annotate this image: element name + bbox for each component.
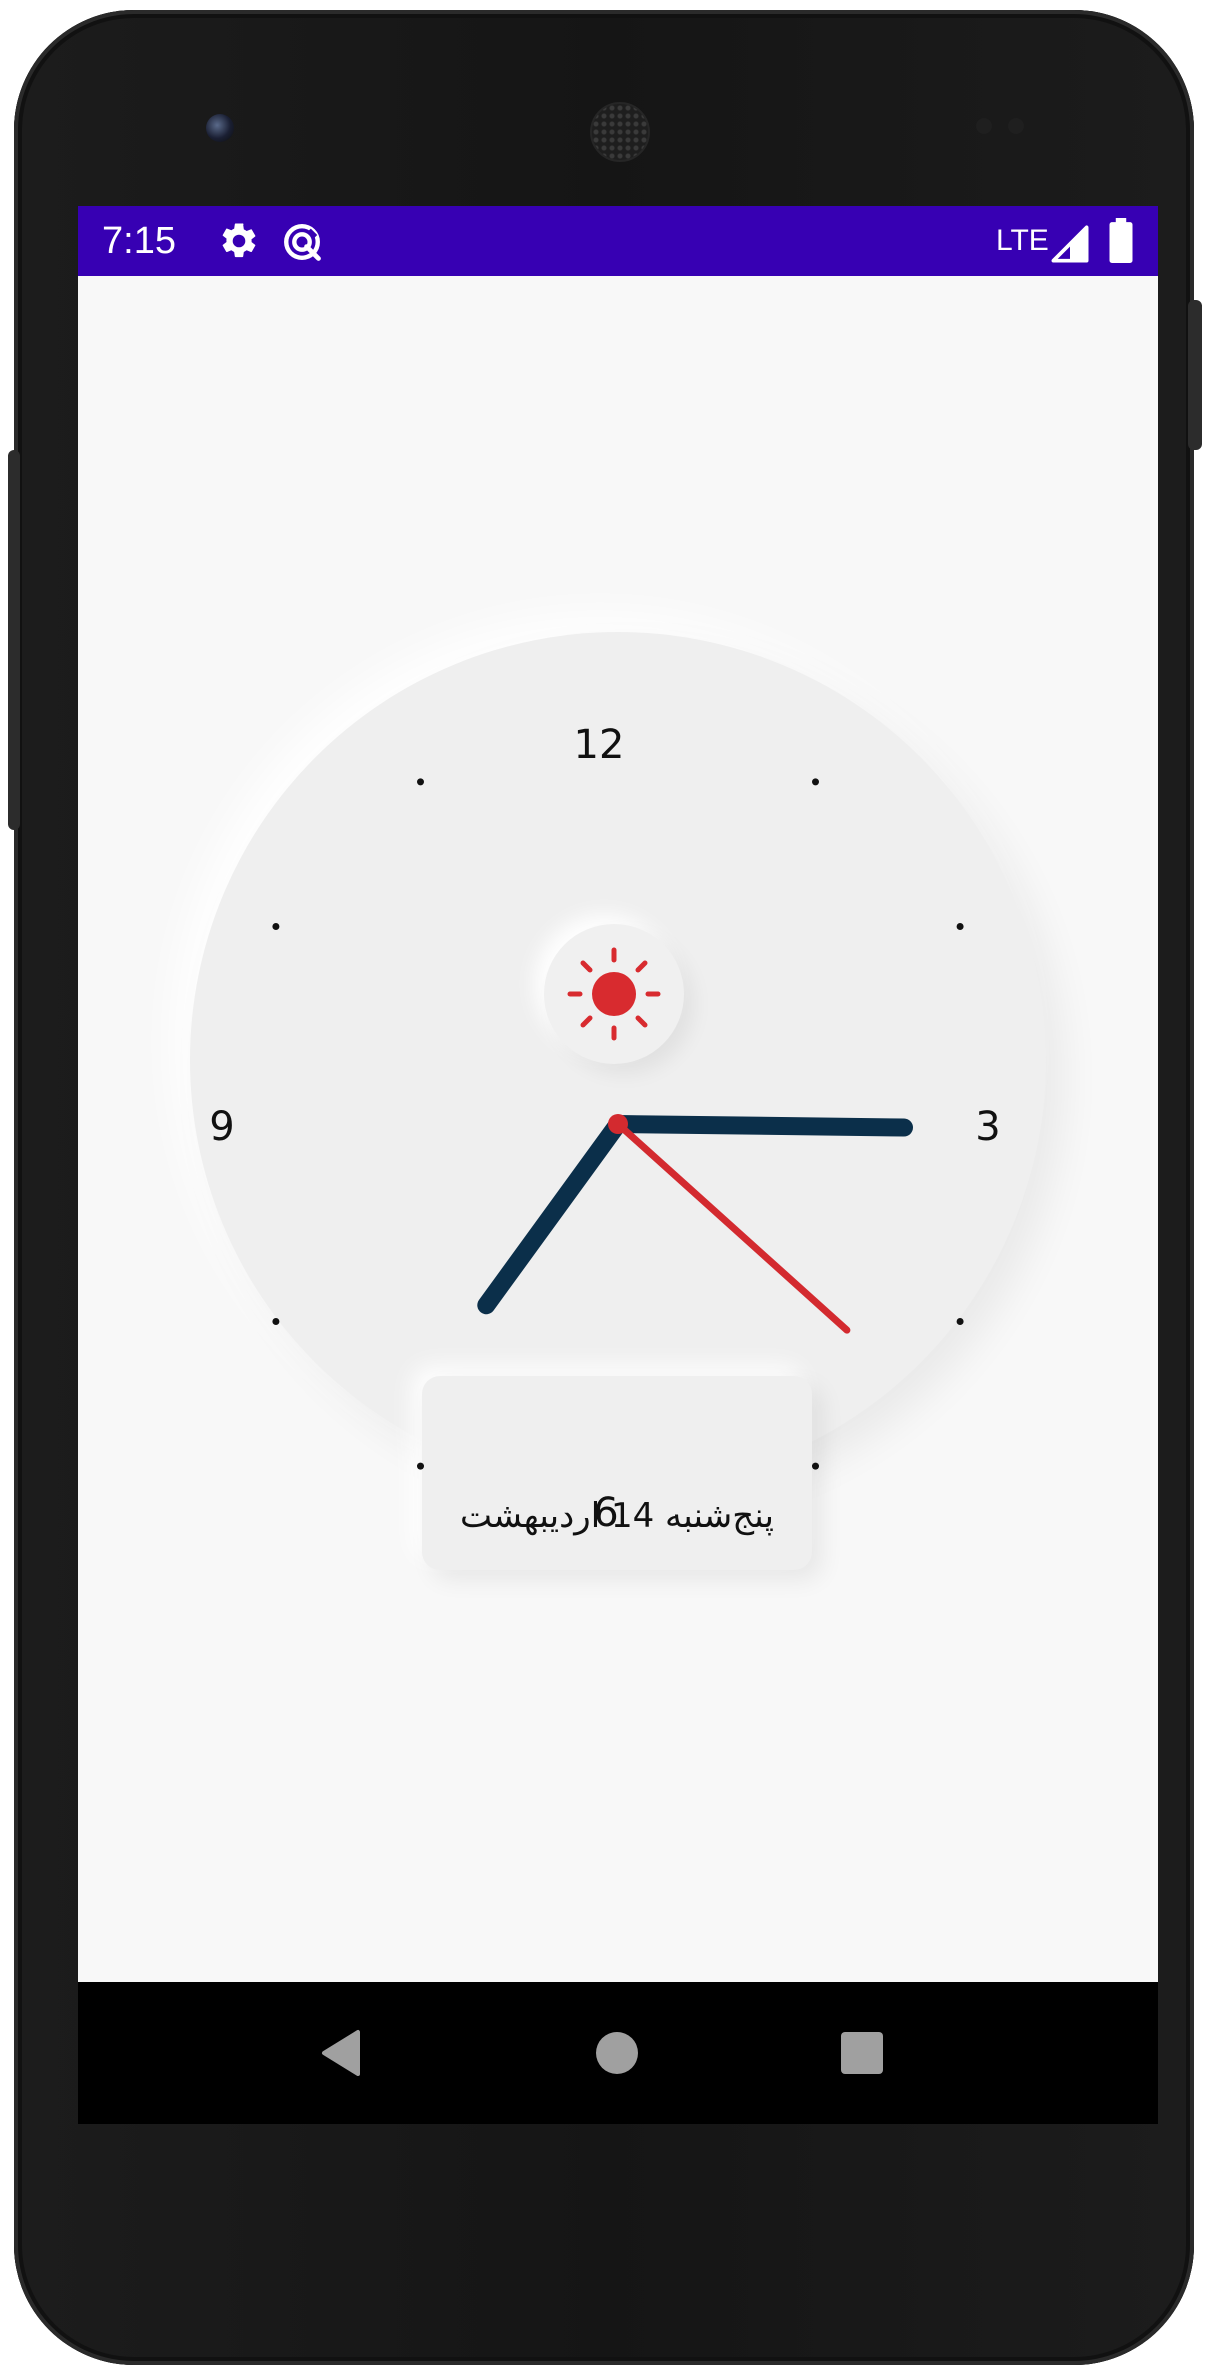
back-icon[interactable]: [314, 2022, 376, 2084]
numeral-3: 3: [975, 1104, 1000, 1150]
recents-icon[interactable]: [830, 2022, 892, 2084]
center-cap: [608, 1114, 628, 1134]
hour-hand: [477, 1115, 627, 1315]
minute-hand: [609, 1115, 913, 1137]
power-button: [1188, 300, 1202, 450]
tick-dot: [956, 923, 964, 930]
tick-dot: [956, 1318, 964, 1325]
light-sensor: [1008, 118, 1024, 134]
proximity-sensor: [976, 118, 992, 134]
tick-dot: [812, 778, 819, 786]
tick-dot: [272, 923, 280, 930]
second-hand: [614, 1120, 851, 1334]
front-camera: [206, 114, 234, 142]
tick-dot: [417, 778, 424, 786]
tick-dot: [812, 1462, 819, 1470]
tick-dot: [417, 1462, 424, 1470]
clock-dial: 12 3 6 9: [209, 722, 1000, 1536]
home-icon[interactable]: [586, 2022, 648, 2084]
phone-frame: 7:15 LTE: [14, 10, 1194, 2365]
numeral-12: 12: [574, 722, 625, 768]
screen: 7:15 LTE: [78, 206, 1158, 2124]
tick-dot: [272, 1318, 280, 1325]
navigation-bar: [78, 1982, 1158, 2124]
volume-button: [8, 450, 20, 830]
numeral-6: 6: [593, 1490, 618, 1536]
numeral-9: 9: [209, 1104, 234, 1150]
earpiece-speaker: [590, 102, 650, 162]
